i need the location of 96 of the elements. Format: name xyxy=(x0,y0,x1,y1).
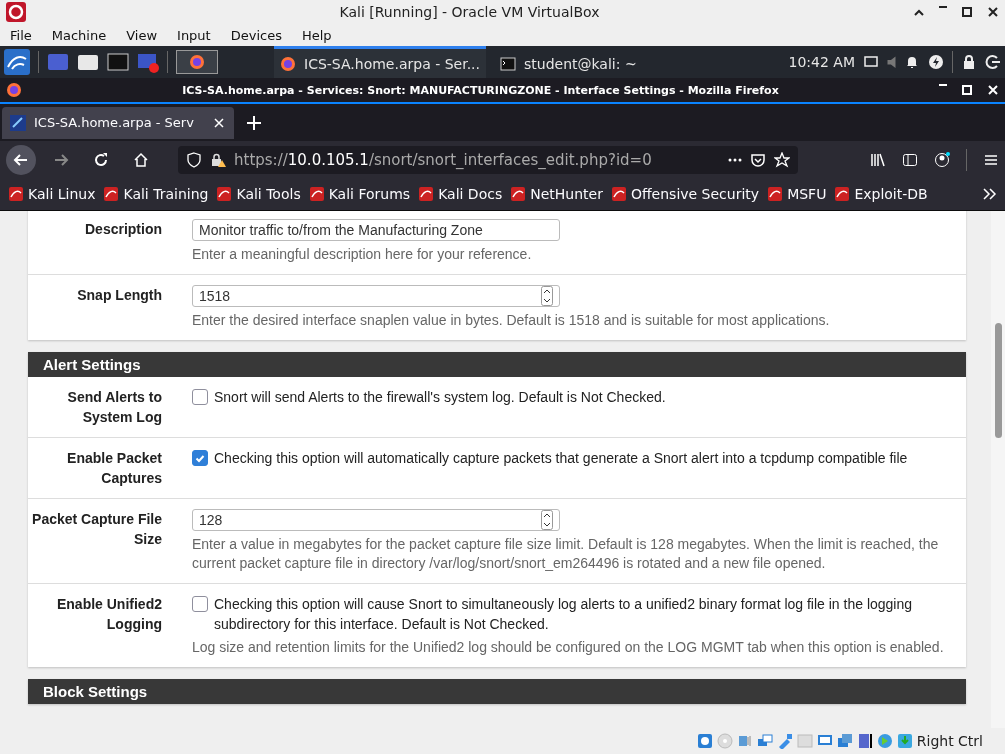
back-button[interactable] xyxy=(6,144,36,175)
optical-disc-icon xyxy=(716,733,733,749)
network-icon xyxy=(756,733,773,749)
power-icon xyxy=(928,54,944,70)
field-label: Enable Packet Captures xyxy=(66,449,163,488)
star-icon xyxy=(774,151,790,168)
bookmark[interactable]: Offensive Security xyxy=(610,186,760,202)
back-arrow-icon xyxy=(13,151,29,168)
shield-icon xyxy=(186,151,202,168)
maximize-icon xyxy=(961,84,973,96)
taskbar-task[interactable]: ICS-SA.home.arpa - Ser... xyxy=(274,46,486,78)
scrollbar-thumb[interactable] xyxy=(995,323,1002,438)
bookmark-favicon-icon xyxy=(308,186,325,202)
section-header: Block Settings xyxy=(28,679,966,704)
close-icon xyxy=(212,115,226,130)
taskbar-task[interactable]: student@kali: ~ xyxy=(494,46,643,78)
library-icon xyxy=(870,151,886,168)
terminal-icon xyxy=(500,55,516,72)
bookmark-favicon-icon xyxy=(8,186,24,202)
warning-lock-icon xyxy=(210,151,226,168)
number-field[interactable]: 1518 xyxy=(192,285,560,307)
checkbox[interactable] xyxy=(192,596,208,612)
chevrons-icon xyxy=(981,186,997,202)
section-header: Alert Settings xyxy=(28,352,966,377)
terminal-icon xyxy=(107,51,129,73)
minimize-icon xyxy=(939,84,947,86)
bookmark[interactable]: NetHunter xyxy=(510,186,603,202)
checkbox-label: Snort will send Alerts to the firewall's system log. Default is Not Checked. xyxy=(214,388,666,407)
screen-capture-icon xyxy=(836,733,853,749)
menu-item[interactable]: Machine xyxy=(41,27,117,43)
maximize-icon xyxy=(961,6,973,18)
menu-item[interactable]: Input xyxy=(167,27,221,43)
browser-icon xyxy=(189,54,205,70)
field-label: Send Alerts to System Log xyxy=(66,388,163,427)
help-text: Enter a meaningful description here for your reference. xyxy=(192,245,533,264)
field-label: Description xyxy=(84,220,163,239)
spinner-icon xyxy=(541,286,553,306)
forward-arrow-icon xyxy=(53,151,69,168)
browser-tab[interactable]: ICS-SA.home.arpa - Serv xyxy=(2,106,234,139)
field-label: Enable Unified2 Logging xyxy=(55,595,163,634)
bookmark[interactable]: Exploit-DB xyxy=(834,186,928,202)
checkbox-label: Checking this option will cause Snort to simultaneously log alerts to a unified2 binary format log file in the logging subdirectory for this interface. Default is Not Checked. xyxy=(214,595,914,634)
checkbox[interactable] xyxy=(192,389,208,405)
favicon-icon xyxy=(10,114,26,131)
more-icon xyxy=(728,157,742,162)
bookmark-favicon-icon xyxy=(418,186,435,202)
field-label: Packet Capture File Size xyxy=(31,510,163,549)
desktop-icon xyxy=(47,51,69,73)
minimize-icon xyxy=(939,6,947,8)
help-text: Log size and retention limits for the Unified2 log should be configured on the LOG MGMT tab when this option is enabled. xyxy=(192,638,945,657)
browser-icon xyxy=(6,82,22,98)
browser-title: ICS-SA.home.arpa - Services: Snort: MANUFACTURINGZONE - Interface Settings - Mozilla Firefox xyxy=(181,83,780,97)
bookmark[interactable]: Kali Forums xyxy=(308,186,411,202)
display-icon xyxy=(863,54,879,70)
bookmark-favicon-icon xyxy=(216,186,233,202)
logout-icon xyxy=(985,54,1001,70)
browser-launcher[interactable] xyxy=(176,50,218,74)
close-icon xyxy=(987,84,999,96)
checkbox-label: Checking this option will automatically capture packets that generate a Snort alert into a tcpdump compatible file xyxy=(214,449,908,468)
bookmark[interactable]: Kali Tools xyxy=(216,186,301,202)
menu-item[interactable]: Help xyxy=(291,27,342,43)
browser-icon xyxy=(280,55,296,72)
speaker-icon xyxy=(887,56,896,68)
field-label: Snap Length xyxy=(76,286,163,305)
help-text: Enter the desired interface snaplen value in bytes. Default is 1518 and is suitable for most applications. xyxy=(192,311,831,330)
home-icon xyxy=(133,151,149,168)
account-icon xyxy=(934,151,950,168)
bookmark-favicon-icon xyxy=(834,186,851,202)
close-icon xyxy=(987,6,999,18)
lock-icon xyxy=(961,54,977,70)
window-title: Kali [Running] - Oracle VM VirtualBox xyxy=(338,4,601,20)
app-logo-icon xyxy=(6,2,26,22)
bookmark[interactable]: Kali Training xyxy=(103,186,209,202)
plus-icon xyxy=(246,114,262,131)
screen-recorder-icon xyxy=(137,51,159,73)
clock: 10:42 AM xyxy=(788,54,855,70)
bookmark-favicon-icon xyxy=(103,186,120,202)
bookmark-favicon-icon xyxy=(767,186,784,202)
host-key-label: Right Ctrl xyxy=(916,733,983,749)
bookmark-favicon-icon xyxy=(610,186,627,202)
checkbox[interactable] xyxy=(192,450,208,466)
help-text: Enter a value in megabytes for the packet capture file size limit. Default is 128 megabytes. When the limit is reached, the current packet capture file in directory /var/log/snort/snort_em264496 is rotated and a new file opened. xyxy=(192,535,940,573)
url-field[interactable]: https://10.0.105.1/snort/snort_interfaces_edit.php?id=0 xyxy=(178,145,798,174)
bookmark[interactable]: MSFU xyxy=(767,186,827,202)
bookmark-favicon-icon xyxy=(510,186,527,202)
menu-item[interactable]: View xyxy=(116,27,168,43)
sidebar-icon xyxy=(902,151,918,168)
menu-item[interactable]: Devices xyxy=(220,27,292,43)
pocket-icon xyxy=(750,151,766,168)
bookmark[interactable]: Kali Linux xyxy=(8,186,96,202)
bookmark[interactable]: Kali Docs xyxy=(418,186,503,202)
reload-icon xyxy=(93,151,109,168)
description-field[interactable]: Monitor traffic to/from the Manufacturing Zone xyxy=(192,219,560,241)
number-field[interactable]: 128 xyxy=(192,509,560,531)
menu-item[interactable]: File xyxy=(0,27,42,43)
spinner-icon xyxy=(541,510,553,530)
